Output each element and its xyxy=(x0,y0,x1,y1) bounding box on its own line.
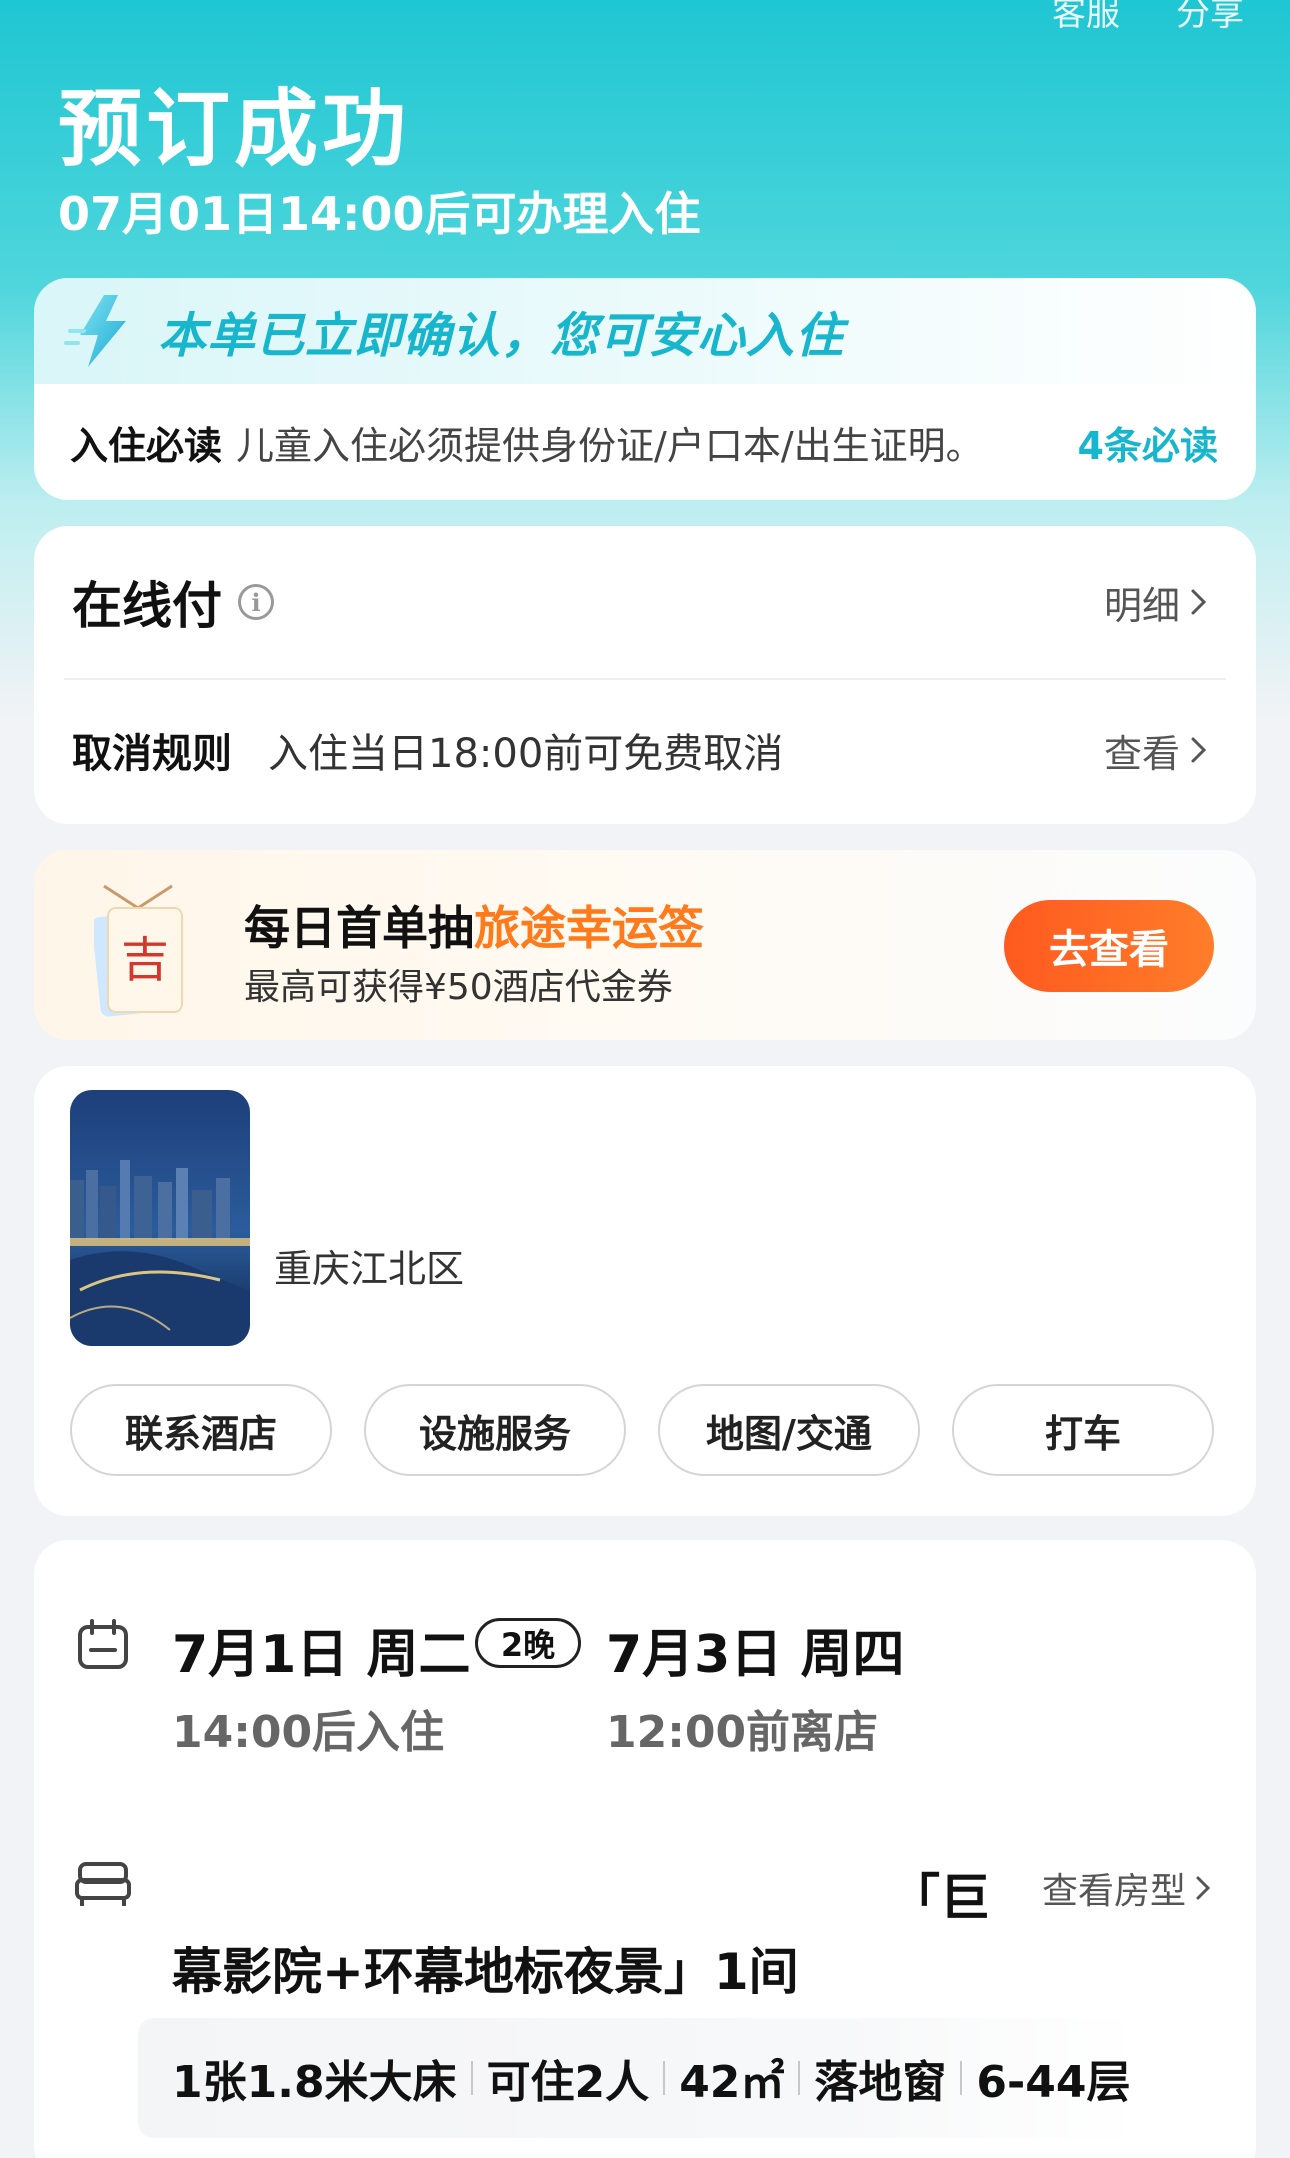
confirmation-card: 本单已立即确认，您可安心入住 入住必读 儿童入住必须提供身份证/户口本/出生证明… xyxy=(34,278,1256,500)
checkin-date: 7月1日 周二 xyxy=(172,1625,471,1685)
payment-row: 在线付 i 明细 xyxy=(64,526,1226,680)
must-read-text: 儿童入住必须提供身份证/户口本/出生证明。 xyxy=(236,423,984,468)
payment-card: 在线付 i 明细 取消规则 入住当日18:00前可免费取消 查看 xyxy=(34,526,1256,824)
room-tag-capacity: 可住2人 xyxy=(486,2057,650,2108)
top-actions: 客服 分享 xyxy=(1052,0,1244,35)
chevron-right-icon xyxy=(1191,589,1207,615)
promo-title: 每日首单抽旅途幸运签 xyxy=(244,892,704,958)
room-tag-bed: 1张1.8米大床 xyxy=(172,2057,457,2108)
chevron-right-icon xyxy=(1191,737,1207,763)
calendar-icon xyxy=(78,1619,128,1669)
room-tag-floor: 6-44层 xyxy=(976,2057,1131,2108)
room-type-link-label: 查看房型 xyxy=(1041,1871,1186,1912)
lucky-draw-promo[interactable]: 吉 每日首单抽旅途幸运签 最高可获得¥50酒店代金券 去查看 xyxy=(34,850,1256,1040)
must-read-label: 入住必读 xyxy=(70,423,223,468)
lightning-icon xyxy=(64,295,126,367)
share-button[interactable]: 分享 xyxy=(1176,0,1244,35)
stay-card: 7月1日 周二 2晚 7月3日 周四 14:00后入住 12:00前离店 「巨 … xyxy=(34,1540,1256,2158)
info-icon[interactable]: i xyxy=(238,584,274,620)
chevron-right-icon xyxy=(1196,1876,1211,1900)
room-tags: 1张1.8米大床 可住2人 42㎡ 落地窗 6-44层 xyxy=(138,2018,1138,2138)
taxi-button[interactable]: 打车 xyxy=(952,1384,1214,1476)
promo-view-button[interactable]: 去查看 xyxy=(1004,900,1214,992)
checkin-notice: 07月01日14:00后可办理入住 xyxy=(58,187,701,241)
hotel-action-buttons: 联系酒店 设施服务 地图/交通 打车 xyxy=(70,1384,1214,1476)
room-tag-window: 落地窗 xyxy=(814,2057,947,2108)
tag-divider xyxy=(798,2061,801,2095)
room-type-link[interactable]: 查看房型 xyxy=(1042,1862,1214,1914)
nights-badge: 2晚 xyxy=(475,1618,581,1668)
room-name-line2: 幕影院+环幕地标夜景」1间 xyxy=(172,1943,799,2001)
cancel-policy-link-label: 查看 xyxy=(1103,731,1180,776)
checkout-date: 7月3日 周四 xyxy=(606,1625,905,1685)
room-tag-area: 42㎡ xyxy=(679,2057,785,2108)
bed-icon xyxy=(75,1862,131,1906)
checkout-time: 12:00前离店 xyxy=(606,1707,879,1758)
confirm-message: 本单已立即确认，您可安心入住 xyxy=(158,308,845,364)
confirm-banner: 本单已立即确认，您可安心入住 xyxy=(34,278,1256,384)
tag-divider xyxy=(470,2061,473,2095)
cancel-policy-link[interactable]: 查看 xyxy=(1104,723,1210,778)
must-read-link[interactable]: 4条必读 xyxy=(1078,415,1218,470)
price-detail-label: 明细 xyxy=(1103,583,1180,628)
contact-hotel-button[interactable]: 联系酒店 xyxy=(70,1384,332,1476)
page-title: 预订成功 xyxy=(58,80,411,178)
tag-divider xyxy=(663,2061,666,2095)
must-read-row[interactable]: 入住必读 儿童入住必须提供身份证/户口本/出生证明。 4条必读 xyxy=(34,384,1256,500)
cancel-policy-text: 入住当日18:00前可免费取消 xyxy=(268,731,784,777)
hotel-card: 重庆江北区 联系酒店 设施服务 地图/交通 打车 xyxy=(34,1066,1256,1516)
customer-service-button[interactable]: 客服 xyxy=(1052,0,1120,35)
tag-divider xyxy=(960,2061,963,2095)
cancel-policy-row: 取消规则 入住当日18:00前可免费取消 查看 xyxy=(34,680,1256,820)
facilities-button[interactable]: 设施服务 xyxy=(364,1384,626,1476)
promo-title-highlight: 旅途幸运签 xyxy=(474,901,704,955)
promo-subtitle: 最高可获得¥50酒店代金券 xyxy=(244,967,673,1008)
hotel-address: 重庆江北区 xyxy=(274,1247,465,1291)
payment-type: 在线付 xyxy=(72,577,222,635)
room-name-line1: 「巨 xyxy=(890,1869,990,1927)
cancel-policy-label: 取消规则 xyxy=(72,731,232,777)
hotel-photo[interactable] xyxy=(70,1090,250,1346)
map-transit-button[interactable]: 地图/交通 xyxy=(658,1384,920,1476)
lucky-charm-icon: 吉 xyxy=(94,884,183,1017)
price-detail-link[interactable]: 明细 xyxy=(1104,575,1210,630)
charm-character: 吉 xyxy=(121,932,169,988)
promo-title-prefix: 每日首单抽 xyxy=(244,901,474,955)
checkin-time: 14:00后入住 xyxy=(172,1707,445,1758)
